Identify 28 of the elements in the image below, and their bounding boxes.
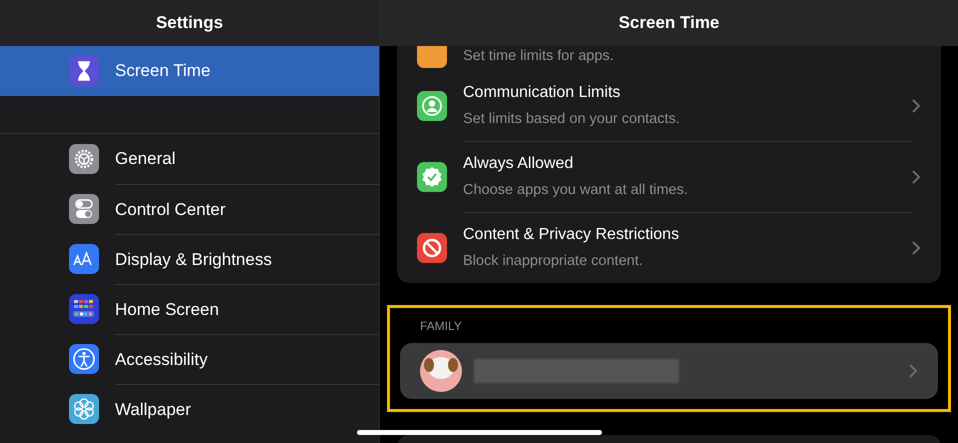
check-badge-icon bbox=[417, 162, 447, 192]
gear-icon bbox=[69, 144, 99, 174]
row-subtitle: Block inappropriate content. bbox=[463, 252, 644, 272]
nav-title: Screen Time bbox=[380, 0, 958, 46]
settings-row[interactable]: Content & Privacy Restrictions Block inappropriate content. bbox=[397, 212, 941, 283]
row-title: Communication Limits bbox=[463, 82, 622, 103]
row-title: Always Allowed bbox=[463, 154, 574, 174]
contact-icon bbox=[417, 90, 447, 120]
sidebar-item[interactable]: Screen Time bbox=[0, 46, 379, 96]
row-subtitle: Set limits based on your contacts. bbox=[463, 110, 681, 129]
settings-row[interactable]: Communication Limits Set limits based on your contacts. bbox=[397, 70, 941, 141]
app-grid-icon bbox=[69, 294, 99, 324]
avatar bbox=[420, 350, 462, 392]
row-title: Content & Privacy Restrictions bbox=[463, 225, 680, 246]
chevron-icon bbox=[912, 98, 920, 112]
no-entry-icon bbox=[417, 232, 447, 262]
sidebar-title: Settings bbox=[0, 0, 379, 46]
chevron-icon bbox=[912, 240, 920, 254]
flower-icon bbox=[69, 394, 99, 424]
accessibility-icon bbox=[69, 344, 99, 374]
text-size-icon bbox=[69, 244, 99, 274]
settings-row[interactable]: Always Allowed Choose apps you want at all times. bbox=[397, 141, 941, 212]
section-header: FAMILY bbox=[419, 318, 463, 335]
chevron-icon bbox=[912, 170, 920, 184]
row-subtitle: Choose apps you want at all times. bbox=[463, 181, 689, 200]
toggles-icon bbox=[69, 194, 99, 224]
row-subtitle: Set time limits for apps. bbox=[463, 47, 615, 66]
chevron-icon bbox=[909, 364, 917, 378]
